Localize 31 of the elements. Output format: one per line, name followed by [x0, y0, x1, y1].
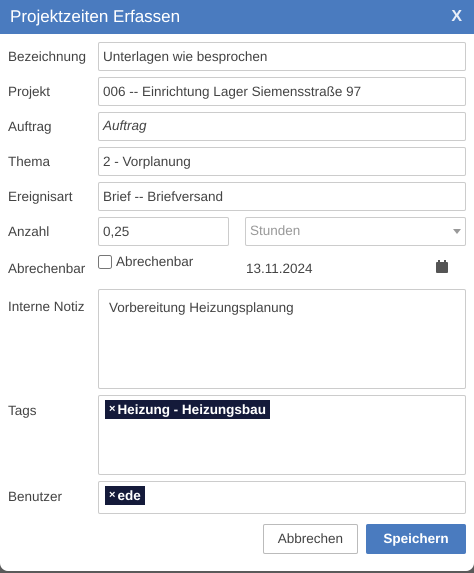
field-label: Projekt	[8, 83, 52, 101]
field-label: Anzahl	[8, 223, 50, 241]
field-label: Abrechenbar	[8, 260, 86, 278]
checkbox-label: Abrechenbar	[116, 253, 194, 271]
field-label: Bezeichnung	[8, 48, 88, 66]
close-button[interactable]: X	[449, 5, 464, 29]
placeholder-text: Auftrag	[103, 117, 148, 136]
field-label: Thema	[8, 153, 52, 171]
text-field[interactable]: Brief -- Briefversand	[98, 182, 466, 211]
field-label: Auftrag	[8, 118, 53, 136]
field-label: Ereignisart	[8, 188, 74, 206]
text-field[interactable]: 006 -- Einrichtung Lager Siemensstraße 97	[98, 77, 466, 106]
field-label: Tags	[8, 402, 38, 420]
tag-chip[interactable]: ×ede	[105, 486, 145, 506]
field-label: Interne Notiz	[8, 298, 86, 316]
note-field[interactable]: Vorbereitung Heizungsplanung	[98, 289, 466, 390]
cancel-button[interactable]: Abbrechen	[262, 524, 358, 554]
tags-field[interactable]: ×Heizung - Heizungsbau	[98, 395, 466, 476]
tag-chip[interactable]: ×Heizung - Heizungsbau	[105, 400, 270, 420]
caret-icon	[453, 229, 461, 234]
dialog-title: Projektzeiten Erfassen	[10, 6, 180, 28]
text-field[interactable]: 2 - Vorplanung	[98, 147, 466, 176]
text-field[interactable]: Unterlagen wie besprochen	[98, 42, 466, 71]
user-field[interactable]: ×ede	[98, 481, 466, 514]
checkbox[interactable]	[98, 255, 112, 270]
field-label: Benutzer	[8, 488, 64, 506]
number-field[interactable]: 0,25	[98, 217, 229, 246]
text-field[interactable]: Auftrag	[98, 112, 466, 141]
save-button[interactable]: Speichern	[366, 524, 466, 554]
date-value: 13.11.2024	[246, 260, 314, 278]
calendar-icon[interactable]	[436, 260, 448, 273]
